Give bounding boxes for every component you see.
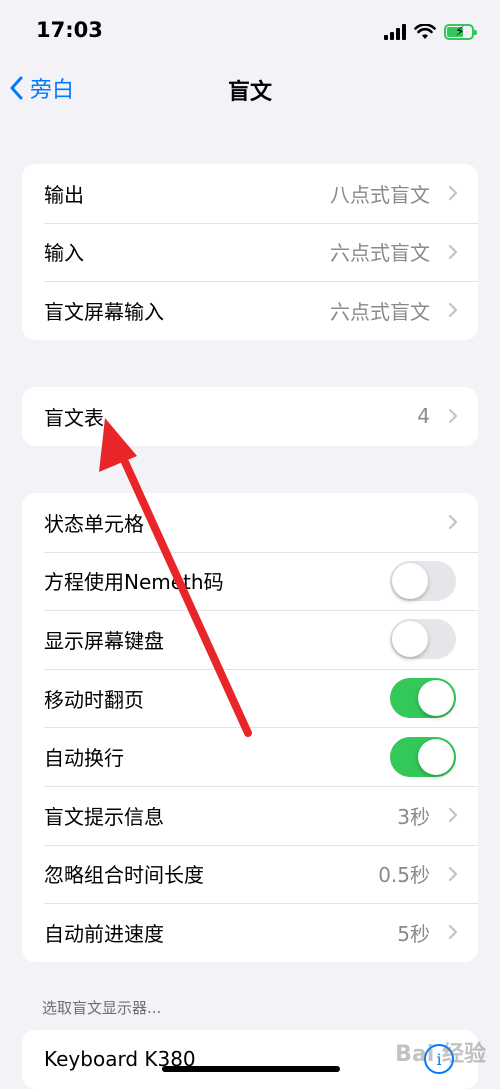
cellular-signal-icon — [384, 24, 406, 40]
braille-options-group: 状态单元格 方程使用Nemeth码 显示屏幕键盘 移动时翻页 自动换行 盲文提示… — [22, 493, 478, 962]
nemeth-code-toggle[interactable] — [390, 560, 456, 601]
status-icons: ⚡ — [384, 20, 477, 44]
row-label: 输入 — [44, 241, 84, 266]
status-time: 17:03 — [36, 18, 103, 42]
chevron-right-icon — [448, 303, 458, 318]
row-alert-messages[interactable]: 盲文提示信息 3秒 — [22, 785, 478, 845]
output-input-group: 输出 八点式盲文 输入 六点式盲文 盲文屏幕输入 六点式盲文 — [22, 164, 478, 340]
word-wrap-toggle[interactable] — [390, 736, 456, 777]
row-turn-pages: 移动时翻页 — [22, 668, 478, 728]
onscreen-keyboard-toggle[interactable] — [390, 619, 456, 660]
row-input[interactable]: 输入 六点式盲文 — [22, 222, 478, 282]
braille-tables-group: 盲文表 4 — [22, 387, 478, 446]
watermark: Bai 经验 — [395, 1042, 486, 1067]
chevron-right-icon — [448, 409, 458, 424]
row-status-cells[interactable]: 状态单元格 — [22, 493, 478, 552]
row-value: 八点式盲文 — [330, 182, 430, 207]
row-word-wrap: 自动换行 — [22, 727, 478, 786]
chevron-right-icon — [448, 244, 458, 259]
row-label: 方程使用Nemeth码 — [44, 570, 224, 595]
row-label: 显示屏幕键盘 — [44, 628, 164, 653]
wifi-icon — [414, 24, 436, 39]
chevron-right-icon — [448, 866, 458, 881]
row-show-onscreen-keyboard: 显示屏幕键盘 — [22, 610, 478, 669]
row-value: 0.5秒 — [378, 863, 430, 888]
row-label: 自动前进速度 — [44, 921, 164, 946]
chevron-right-icon — [448, 808, 458, 823]
row-auto-advance-speed[interactable]: 自动前进速度 5秒 — [22, 903, 478, 962]
turn-pages-toggle[interactable] — [390, 678, 456, 719]
page-title: 盲文 — [227, 80, 272, 105]
row-braille-screen-input[interactable]: 盲文屏幕输入 六点式盲文 — [22, 281, 478, 340]
row-label: 盲文提示信息 — [44, 804, 164, 829]
row-value: 六点式盲文 — [330, 299, 430, 324]
row-value: 3秒 — [397, 804, 430, 829]
section-header-choose-display: 选取盲文显示器... — [42, 999, 162, 1017]
row-output[interactable]: 输出 八点式盲文 — [22, 164, 478, 223]
chevron-right-icon — [448, 925, 458, 940]
row-label: 盲文屏幕输入 — [44, 299, 164, 324]
row-label: 状态单元格 — [44, 511, 144, 536]
row-ignore-chord-duration[interactable]: 忽略组合时间长度 0.5秒 — [22, 844, 478, 904]
row-value: 4 — [417, 404, 430, 429]
battery-charging-icon: ⚡ — [444, 24, 477, 40]
row-nemeth-code: 方程使用Nemeth码 — [22, 551, 478, 611]
row-label: 自动换行 — [44, 746, 124, 771]
chevron-right-icon — [448, 515, 458, 530]
chevron-right-icon — [448, 186, 458, 201]
row-label: 移动时翻页 — [44, 687, 144, 712]
status-bar: 17:03 ⚡ — [0, 0, 500, 60]
row-braille-tables[interactable]: 盲文表 4 — [22, 387, 478, 446]
nav-bar: 旁白 盲文 — [0, 62, 500, 116]
row-label: 输出 — [44, 182, 84, 207]
row-label: 盲文表 — [44, 405, 104, 430]
row-label: 忽略组合时间长度 — [44, 863, 204, 888]
row-value: 5秒 — [397, 921, 430, 946]
home-indicator — [162, 1066, 340, 1072]
row-value: 六点式盲文 — [330, 241, 430, 266]
